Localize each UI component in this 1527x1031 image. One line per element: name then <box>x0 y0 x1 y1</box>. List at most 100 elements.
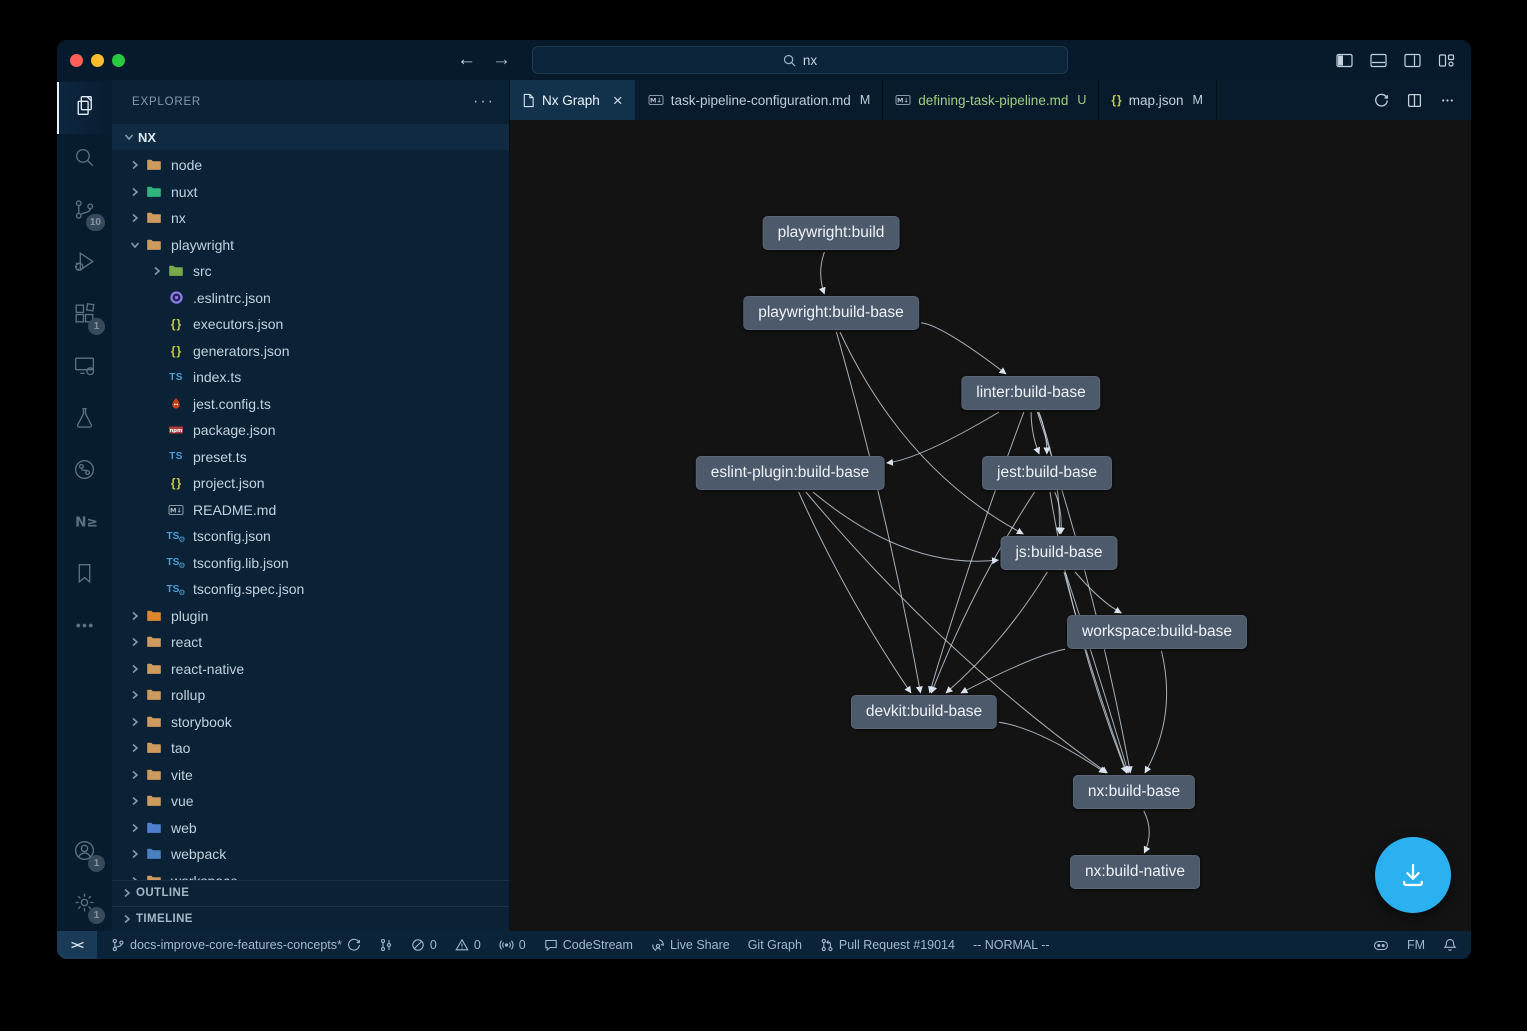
tree-item-readme-md[interactable]: M↓README.md <box>112 497 509 524</box>
activity-item-extensions[interactable]: 1 <box>57 290 112 342</box>
close-window-button[interactable] <box>70 54 83 67</box>
status-item-label: Live Share <box>670 938 730 952</box>
activity-item-settings[interactable]: 1 <box>57 879 112 931</box>
toggle-panel-icon[interactable] <box>1370 53 1387 68</box>
activity-item-remote-explorer[interactable] <box>57 342 112 394</box>
chevron-right-icon <box>126 187 144 197</box>
tree-item-label: workspace <box>171 873 238 880</box>
search-icon <box>783 54 796 67</box>
tree-item-tsconfig-spec-json[interactable]: TS⚙tsconfig.spec.json <box>112 576 509 603</box>
remote-indicator[interactable]: >< <box>57 931 97 959</box>
tree-item-webpack[interactable]: webpack <box>112 841 509 868</box>
activity-item-explorer[interactable] <box>57 82 112 134</box>
tree-item-tao[interactable]: tao <box>112 735 509 762</box>
tree-item-label: tsconfig.json <box>193 528 271 544</box>
tree-item-nx[interactable]: nx <box>112 205 509 232</box>
tree-item-rollup[interactable]: rollup <box>112 682 509 709</box>
graph-node-devkit-build-base[interactable]: devkit:build-base <box>851 695 997 729</box>
status-item-label: FM <box>1407 938 1425 952</box>
status-item-0[interactable]: 0 <box>455 938 481 952</box>
status-item-codestream[interactable]: CodeStream <box>544 938 633 952</box>
customize-layout-icon[interactable] <box>1438 53 1455 68</box>
graph-node-linter-build-base[interactable]: linter:build-base <box>961 376 1100 410</box>
tab-task-pipeline-configuration-md[interactable]: M↓task-pipeline-configuration.mdM <box>636 80 884 120</box>
tree-item-package-json[interactable]: npmpackage.json <box>112 417 509 444</box>
tree-item-jest-config-ts[interactable]: jest.config.ts <box>112 391 509 418</box>
tree-item-generators-json[interactable]: { }generators.json <box>112 338 509 365</box>
tree-item-tsconfig-lib-json[interactable]: TS⚙tsconfig.lib.json <box>112 550 509 577</box>
toggle-sidebar-icon[interactable] <box>1336 53 1353 68</box>
refresh-icon[interactable] <box>1374 93 1389 108</box>
tree-item-vue[interactable]: vue <box>112 788 509 815</box>
download-graph-button[interactable] <box>1375 837 1451 913</box>
graph-node-playwright-build[interactable]: playwright:build <box>763 216 900 250</box>
graph-node-jest-build-base[interactable]: jest:build-base <box>982 456 1112 490</box>
activity-item-search[interactable] <box>57 134 112 186</box>
tree-item-src[interactable]: src <box>112 258 509 285</box>
status-item-docs-improve-core-features-concepts[interactable]: docs-improve-core-features-concepts* <box>111 938 361 952</box>
close-tab-icon[interactable]: × <box>613 92 623 109</box>
tree-item-label: index.ts <box>193 369 241 385</box>
status-item-copilot-icon[interactable] <box>1373 938 1389 952</box>
tree-root-nx[interactable]: NX <box>112 124 509 150</box>
status-item-commits-icon[interactable] <box>379 938 393 952</box>
tree-item-react-native[interactable]: react-native <box>112 656 509 683</box>
tree-item-executors-json[interactable]: { }executors.json <box>112 311 509 338</box>
sidebar-section-outline[interactable]: OUTLINE <box>112 880 509 906</box>
tree-item-web[interactable]: web <box>112 815 509 842</box>
activity-item-more-views[interactable] <box>57 602 112 654</box>
activity-item-bookmarks[interactable] <box>57 550 112 602</box>
status-item-0[interactable]: 0 <box>411 938 437 952</box>
minimize-window-button[interactable] <box>91 54 104 67</box>
activity-item-testing[interactable] <box>57 394 112 446</box>
graph-node-nx-build-base[interactable]: nx:build-base <box>1073 775 1195 809</box>
tree-item-node[interactable]: node <box>112 152 509 179</box>
status-item-normal[interactable]: -- NORMAL -- <box>973 938 1050 952</box>
command-center-search[interactable]: nx <box>532 46 1068 74</box>
explorer-more-actions[interactable]: ··· <box>473 93 495 111</box>
tree-item-react[interactable]: react <box>112 629 509 656</box>
tab-map-json[interactable]: { }map.jsonM <box>1099 80 1217 120</box>
tree-item-label: tsconfig.spec.json <box>193 581 304 597</box>
status-item-fm[interactable]: FM <box>1407 938 1425 952</box>
tree-item-preset-ts[interactable]: TSpreset.ts <box>112 444 509 471</box>
activity-item-nx-console[interactable]: N≥ <box>57 498 112 550</box>
json-icon: { } <box>166 344 186 358</box>
tab-nx-graph[interactable]: Nx Graph× <box>510 80 636 120</box>
graph-node-nx-build-native[interactable]: nx:build-native <box>1070 855 1200 889</box>
split-editor-icon[interactable] <box>1407 93 1422 108</box>
graph-node-eslint-plugin-build-base[interactable]: eslint-plugin:build-base <box>696 456 885 490</box>
graph-node-js-build-base[interactable]: js:build-base <box>1000 536 1117 570</box>
graph-node-playwright-build-base[interactable]: playwright:build-base <box>743 296 919 330</box>
activity-item-git-graph[interactable] <box>57 446 112 498</box>
tree-item-tsconfig-json[interactable]: TS⚙tsconfig.json <box>112 523 509 550</box>
more-actions-icon[interactable] <box>1440 93 1455 108</box>
status-item-live-share[interactable]: Live Share <box>651 938 730 952</box>
tree-item-storybook[interactable]: storybook <box>112 709 509 736</box>
activity-item-run-debug[interactable] <box>57 238 112 290</box>
status-item-git-graph[interactable]: Git Graph <box>748 938 802 952</box>
tree-item-playwright[interactable]: playwright <box>112 232 509 259</box>
tree-item-vite[interactable]: vite <box>112 762 509 789</box>
toggle-secondary-sidebar-icon[interactable] <box>1404 53 1421 68</box>
tab-defining-task-pipeline-md[interactable]: M↓defining-task-pipeline.mdU <box>883 80 1099 120</box>
graph-node-workspace-build-base[interactable]: workspace:build-base <box>1067 615 1247 649</box>
status-item-0[interactable]: 0 <box>499 938 526 952</box>
forward-button[interactable]: → <box>492 49 511 71</box>
tree-item-workspace[interactable]: workspace <box>112 868 509 881</box>
tree-item-label: webpack <box>171 846 226 862</box>
tree-item-index-ts[interactable]: TSindex.ts <box>112 364 509 391</box>
tree-item-project-json[interactable]: { }project.json <box>112 470 509 497</box>
status-item-pull-request-19014[interactable]: Pull Request #19014 <box>820 938 955 952</box>
chevron-right-icon <box>126 823 144 833</box>
status-item-bell-icon[interactable] <box>1443 938 1457 952</box>
tree-item--eslintrc-json[interactable]: .eslintrc.json <box>112 285 509 312</box>
activity-item-source-control[interactable]: 10 <box>57 186 112 238</box>
sidebar-section-timeline[interactable]: TIMELINE <box>112 906 509 932</box>
back-button[interactable]: ← <box>457 49 476 71</box>
folder-icon <box>144 661 164 677</box>
activity-item-accounts[interactable]: 1 <box>57 827 112 879</box>
zoom-window-button[interactable] <box>112 54 125 67</box>
tree-item-plugin[interactable]: plugin <box>112 603 509 630</box>
tree-item-nuxt[interactable]: nuxt <box>112 179 509 206</box>
